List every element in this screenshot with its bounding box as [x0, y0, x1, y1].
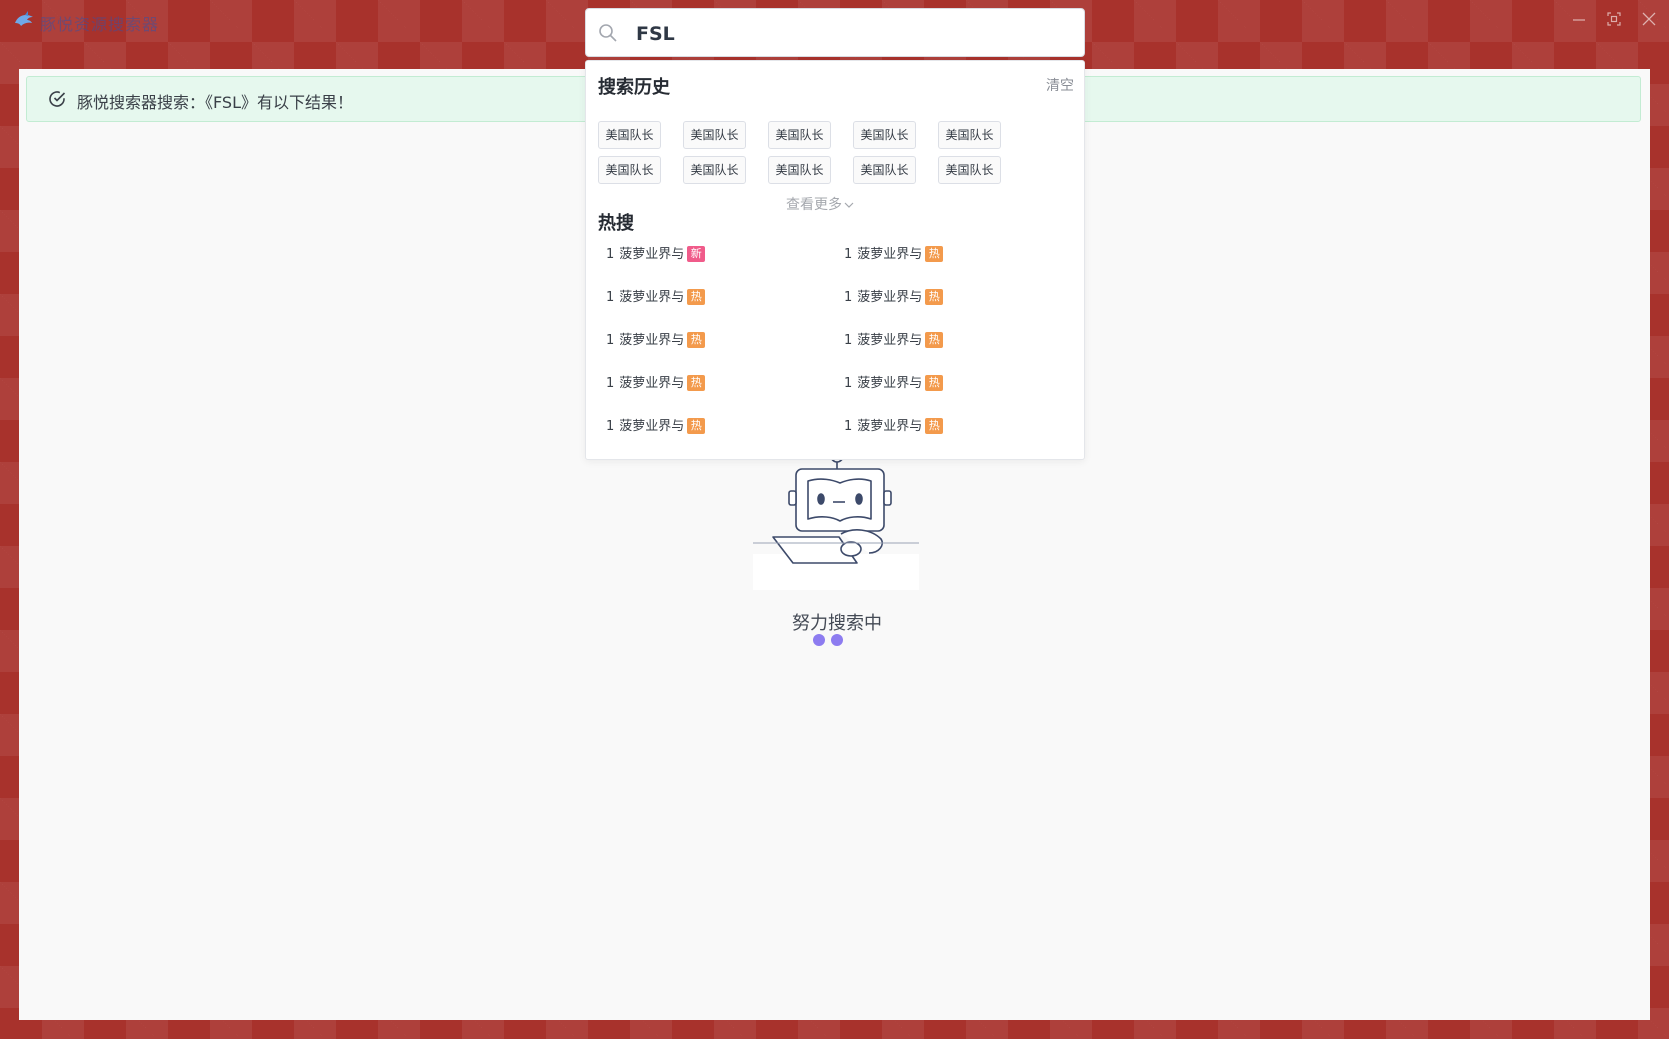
hot-search-item[interactable]: 1 菠萝业界与热 [844, 329, 944, 348]
hot-search-title: 热搜 [598, 213, 634, 234]
hot-badge: 热 [925, 375, 944, 391]
hot-rank: 1 [606, 247, 615, 262]
alert-text: 豚悦搜索器搜索：《FSL》有以下结果！ [77, 93, 353, 112]
hot-badge: 热 [687, 375, 706, 391]
view-more-label: 查看更多 [786, 197, 842, 213]
hot-search-item[interactable]: 1 菠萝业界与热 [844, 286, 944, 305]
hot-rank: 1 [844, 419, 853, 434]
search-suggestions-dropdown: 搜索历史 清空 美国队长 美国队长 美国队长 美国队长 美国队长 美国队长 美国… [585, 60, 1085, 460]
hot-text: 菠萝业界与 [619, 376, 685, 391]
hot-rank: 1 [844, 333, 853, 348]
hot-badge: 热 [925, 418, 944, 434]
history-tag[interactable]: 美国队长 [853, 156, 916, 184]
hot-text: 菠萝业界与 [857, 419, 923, 434]
hot-text: 菠萝业界与 [619, 290, 685, 305]
loading-text: 努力搜索中 [792, 613, 882, 634]
hot-search-item[interactable]: 1 菠萝业界与热 [606, 415, 706, 434]
hot-text: 菠萝业界与 [857, 290, 923, 305]
history-tag[interactable]: 美国队长 [598, 156, 661, 184]
hot-rank: 1 [606, 290, 615, 305]
hot-rank: 1 [844, 290, 853, 305]
new-badge: 新 [687, 246, 706, 262]
hot-search-item[interactable]: 1 菠萝业界与热 [844, 243, 944, 262]
chevron-down-icon [844, 202, 854, 208]
hot-rank: 1 [606, 376, 615, 391]
clear-history-button[interactable]: 清空 [1046, 75, 1074, 95]
dolphin-icon [12, 9, 36, 33]
hot-rank: 1 [606, 333, 615, 348]
history-tag[interactable]: 美国队长 [683, 121, 746, 149]
history-tag[interactable]: 美国队长 [853, 121, 916, 149]
history-tag[interactable]: 美国队长 [938, 121, 1001, 149]
history-title: 搜索历史 [598, 77, 670, 98]
hot-search-item[interactable]: 1 菠萝业界与热 [606, 329, 706, 348]
loading-dot [831, 634, 843, 646]
hot-text: 菠萝业界与 [857, 247, 923, 262]
hot-search-item[interactable]: 1 菠萝业界与热 [606, 372, 706, 391]
fullscreen-icon[interactable] [1599, 8, 1629, 30]
hot-text: 菠萝业界与 [857, 333, 923, 348]
check-circle-icon [47, 89, 67, 109]
close-icon[interactable] [1634, 8, 1664, 30]
hot-search-item[interactable]: 1 菠萝业界与新 [606, 243, 706, 262]
hot-badge: 热 [925, 289, 944, 305]
search-icon[interactable] [598, 23, 618, 43]
hot-rank: 1 [844, 247, 853, 262]
hot-text: 菠萝业界与 [619, 333, 685, 348]
history-tag[interactable]: 美国队长 [938, 156, 1001, 184]
hot-badge: 热 [925, 246, 944, 262]
hot-text: 菠萝业界与 [619, 419, 685, 434]
history-tag[interactable]: 美国队长 [768, 121, 831, 149]
search-input[interactable] [634, 17, 1068, 51]
hot-badge: 热 [687, 418, 706, 434]
hot-search-item[interactable]: 1 菠萝业界与热 [844, 415, 944, 434]
app-title: 豚悦资源搜索器 [40, 15, 160, 34]
hot-badge: 热 [687, 289, 706, 305]
hot-text: 菠萝业界与 [619, 247, 685, 262]
history-tag[interactable]: 美国队长 [683, 156, 746, 184]
loading-dot [813, 634, 825, 646]
history-tag[interactable]: 美国队长 [768, 156, 831, 184]
hot-text: 菠萝业界与 [857, 376, 923, 391]
hot-badge: 热 [687, 332, 706, 348]
hot-search-item[interactable]: 1 菠萝业界与热 [844, 372, 944, 391]
hot-rank: 1 [606, 419, 615, 434]
hot-search-item[interactable]: 1 菠萝业界与热 [606, 286, 706, 305]
history-tag[interactable]: 美国队长 [598, 121, 661, 149]
minimize-icon[interactable] [1564, 8, 1594, 30]
hot-rank: 1 [844, 376, 853, 391]
robot-laptop-illustration [753, 449, 919, 569]
hot-badge: 热 [925, 332, 944, 348]
view-more-button[interactable]: 查看更多 [786, 194, 854, 214]
search-bar[interactable] [585, 8, 1085, 57]
